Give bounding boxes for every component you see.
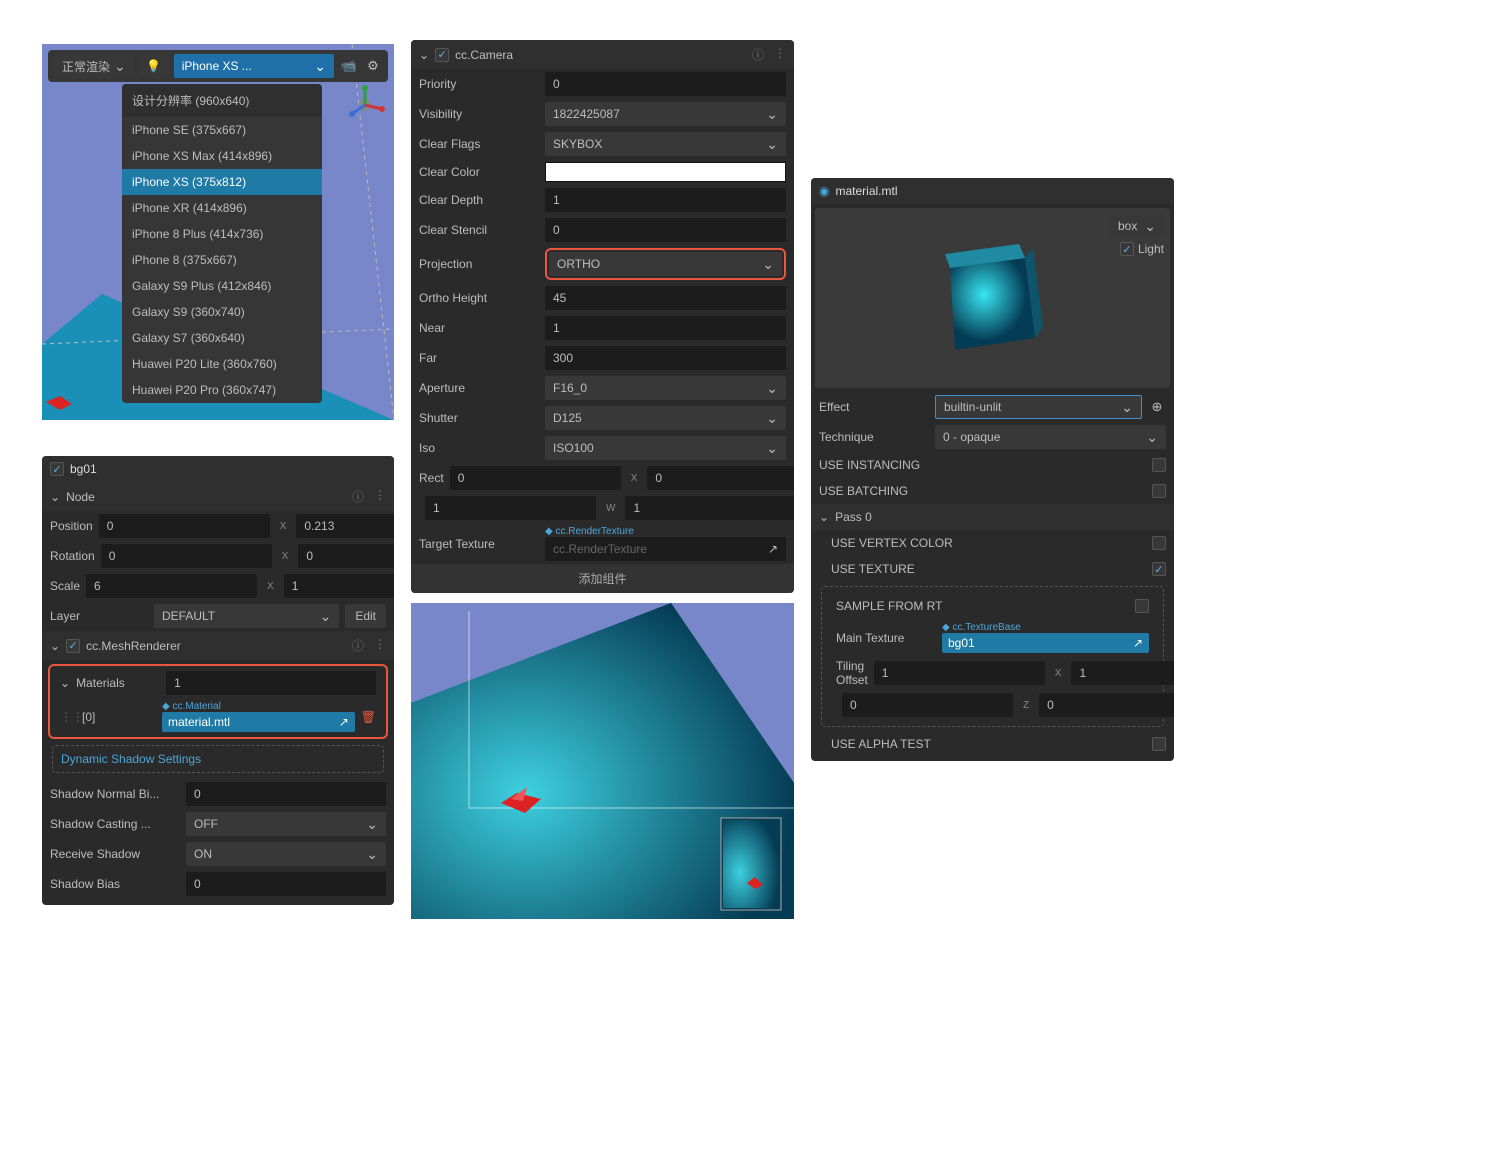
- game-preview: [411, 603, 794, 919]
- camera-orthoheight-input[interactable]: [545, 286, 786, 310]
- device-list-item[interactable]: iPhone 8 Plus (414x736): [122, 221, 322, 247]
- camera-iso-select[interactable]: ISO100: [545, 436, 786, 460]
- link-icon[interactable]: ↗: [1133, 636, 1143, 650]
- link-icon[interactable]: ↗: [768, 542, 778, 556]
- shadow-casting-select[interactable]: OFF: [186, 812, 386, 836]
- use-texture-checkbox[interactable]: [1152, 562, 1166, 576]
- camera-icon[interactable]: 📹: [340, 58, 358, 74]
- device-list-item[interactable]: iPhone XS Max (414x896): [122, 143, 322, 169]
- help-icon[interactable]: ⓘ: [752, 46, 764, 63]
- device-list-item[interactable]: iPhone SE (375x667): [122, 117, 322, 143]
- rect-x-input[interactable]: [450, 466, 621, 490]
- camera-projection-select[interactable]: ORTHO: [549, 252, 782, 276]
- chevron-down-icon[interactable]: ⌄: [50, 639, 60, 653]
- preview-light-checkbox[interactable]: [1120, 242, 1134, 256]
- camera-clearstencil-input[interactable]: [545, 218, 786, 242]
- device-list-item[interactable]: Galaxy S7 (360x640): [122, 325, 322, 351]
- device-list-item[interactable]: Galaxy S9 Plus (412x846): [122, 273, 322, 299]
- device-list-item[interactable]: Huawei P20 Pro (360x747): [122, 377, 322, 403]
- chevron-down-icon[interactable]: ⌄: [50, 490, 60, 504]
- camera-clearflags-select[interactable]: SKYBOX: [545, 132, 786, 156]
- node-name-label: bg01: [70, 462, 386, 476]
- help-icon[interactable]: ⓘ: [352, 637, 364, 654]
- chevron-down-icon[interactable]: ⌄: [60, 676, 70, 690]
- preview-shape-select[interactable]: box: [1110, 214, 1164, 238]
- rotation-x-input[interactable]: [101, 544, 272, 568]
- tiling-w-input[interactable]: [1039, 693, 1174, 717]
- layer-edit-button[interactable]: Edit: [345, 604, 386, 628]
- device-list-header: 设计分辨率 (960x640): [122, 84, 322, 117]
- add-component-button[interactable]: 添加组件: [411, 564, 794, 593]
- rect-h-input[interactable]: [625, 496, 794, 520]
- camera-aperture-select[interactable]: F16_0: [545, 376, 786, 400]
- chevron-down-icon[interactable]: ⌄: [419, 48, 429, 62]
- chevron-down-icon[interactable]: ⌄: [819, 510, 829, 524]
- tiling-y-input[interactable]: [1071, 661, 1174, 685]
- camera-shutter-select[interactable]: D125: [545, 406, 786, 430]
- dynamic-shadow-header: Dynamic Shadow Settings: [52, 745, 384, 773]
- camera-far-input[interactable]: [545, 346, 786, 370]
- camera-cleardepth-input[interactable]: [545, 188, 786, 212]
- scale-x-input[interactable]: [86, 574, 257, 598]
- tiling-x-input[interactable]: [874, 661, 1045, 685]
- rect-y-input[interactable]: [647, 466, 794, 490]
- device-list-item[interactable]: Galaxy S9 (360x740): [122, 299, 322, 325]
- shadow-normal-input[interactable]: [186, 782, 386, 806]
- target-icon[interactable]: ⊕: [1148, 399, 1166, 415]
- kebab-icon[interactable]: ⋮: [774, 46, 786, 63]
- kebab-icon[interactable]: ⋮: [374, 637, 386, 654]
- node-enabled-checkbox[interactable]: [50, 462, 64, 476]
- device-list-item[interactable]: iPhone 8 (375x667): [122, 247, 322, 273]
- rect-w-input[interactable]: [425, 496, 596, 520]
- rotation-y-input[interactable]: [298, 544, 394, 568]
- receive-shadow-select[interactable]: ON: [186, 842, 386, 866]
- camera-near-input[interactable]: [545, 316, 786, 340]
- kebab-icon[interactable]: ⋮: [374, 488, 386, 505]
- use-vertex-color-checkbox[interactable]: [1152, 536, 1166, 550]
- position-x-input[interactable]: [99, 514, 270, 538]
- material-preview-cube: [915, 228, 1065, 378]
- render-mode-select[interactable]: 正常渲染: [54, 54, 134, 78]
- materials-count-input[interactable]: [166, 671, 376, 695]
- device-list-item[interactable]: iPhone XR (414x896): [122, 195, 322, 221]
- bulb-icon: 💡: [146, 59, 161, 73]
- axis-gizmo-icon: [344, 84, 386, 126]
- shadow-bias-input[interactable]: [186, 872, 386, 896]
- material-icon: ◉: [819, 184, 829, 198]
- device-list-item[interactable]: Huawei P20 Lite (360x760): [122, 351, 322, 377]
- use-alpha-test-checkbox[interactable]: [1152, 737, 1166, 751]
- target-texture-slot[interactable]: cc.RenderTexture ↗: [545, 537, 786, 561]
- camera-visibility-select[interactable]: 1822425087: [545, 102, 786, 126]
- sample-rt-checkbox[interactable]: [1135, 599, 1149, 613]
- camera-priority-input[interactable]: [545, 72, 786, 96]
- main-texture-slot[interactable]: bg01 ↗: [942, 633, 1149, 653]
- scale-y-input[interactable]: [284, 574, 394, 598]
- technique-select[interactable]: 0 - opaque: [935, 425, 1166, 449]
- material-slot[interactable]: material.mtl ↗: [162, 712, 355, 732]
- tiling-z-input[interactable]: [842, 693, 1013, 717]
- layer-select[interactable]: DEFAULT: [154, 604, 339, 628]
- camera-enabled-checkbox[interactable]: [435, 48, 449, 62]
- help-icon[interactable]: ⓘ: [352, 488, 364, 505]
- bulb-button[interactable]: 💡: [140, 54, 168, 78]
- camera-clearcolor-swatch[interactable]: [545, 162, 786, 182]
- device-select[interactable]: iPhone XS ...: [174, 54, 334, 78]
- link-icon[interactable]: ↗: [339, 715, 349, 729]
- use-batching-checkbox[interactable]: [1152, 484, 1166, 498]
- position-y-input[interactable]: [296, 514, 394, 538]
- effect-select[interactable]: builtin-unlit: [935, 395, 1142, 419]
- drag-handle-icon[interactable]: ⋮⋮: [60, 710, 76, 724]
- trash-icon[interactable]: 🗑: [361, 710, 376, 724]
- use-instancing-checkbox[interactable]: [1152, 458, 1166, 472]
- meshrenderer-checkbox[interactable]: [66, 639, 80, 653]
- gear-icon[interactable]: ⚙: [364, 58, 382, 74]
- device-list-item[interactable]: iPhone XS (375x812): [122, 169, 322, 195]
